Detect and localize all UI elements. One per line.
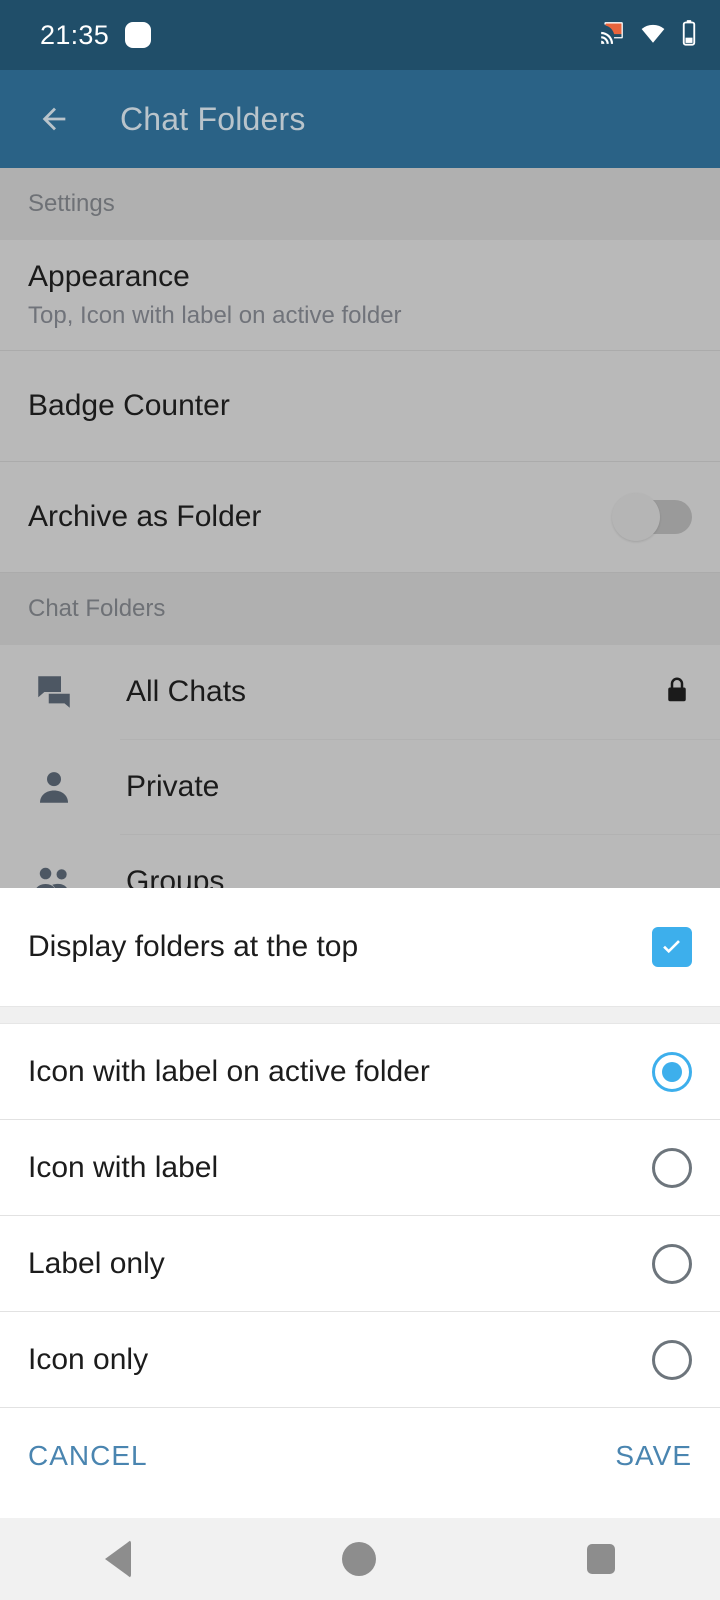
- dialog-radio-label: Label only: [28, 1246, 165, 1280]
- chat-bubbles-icon: [28, 671, 80, 713]
- settings-row-archive-as-folder-title: Archive as Folder: [28, 500, 262, 533]
- notification-dot-icon: [125, 22, 152, 48]
- settings-row-appearance-title: Appearance: [28, 260, 190, 293]
- check-icon: [663, 940, 680, 954]
- settings-list-dimmed: Settings Appearance Top, Icon with label…: [0, 168, 720, 888]
- status-bar: 21:35: [0, 0, 720, 70]
- settings-row-archive-as-folder[interactable]: Archive as Folder: [0, 462, 720, 572]
- dialog-radio-label: Icon with label on active folder: [28, 1054, 430, 1088]
- switch-thumb: [612, 493, 660, 541]
- dialog-radio-icon-with-label-on-active-folder[interactable]: Icon with label on active folder: [0, 1024, 720, 1120]
- status-bar-right: [598, 19, 698, 52]
- dialog-radio-label: Icon only: [28, 1342, 149, 1376]
- status-bar-left: 21:35: [40, 19, 152, 51]
- settings-row-badge-counter[interactable]: Badge Counter: [0, 351, 720, 461]
- dialog-option-display-folders-at-top[interactable]: Display folders at the top: [0, 888, 720, 1006]
- cast-icon: [598, 20, 626, 51]
- folder-row-groups[interactable]: Groups: [0, 835, 720, 888]
- folder-label-private: Private: [126, 770, 220, 803]
- dialog-radio-icon-only[interactable]: Icon only: [0, 1312, 720, 1408]
- cancel-button[interactable]: CANCEL: [28, 1440, 148, 1472]
- dialog-radio-icon-with-label[interactable]: Icon with label: [0, 1120, 720, 1216]
- settings-row-badge-counter-title: Badge Counter: [28, 389, 230, 422]
- radio-button[interactable]: [652, 1147, 692, 1188]
- people-icon: [28, 861, 80, 888]
- section-header-chat-folders: Chat Folders: [0, 573, 720, 645]
- dialog-separator-band: [0, 1006, 720, 1024]
- section-header-settings: Settings: [0, 168, 720, 240]
- wifi-icon: [639, 20, 667, 51]
- dialog-radio-label-only[interactable]: Label only: [0, 1216, 720, 1312]
- battery-icon: [680, 19, 698, 52]
- appearance-dialog: Display folders at the top Icon with lab…: [0, 888, 720, 1518]
- dialog-radio-label: Icon with label: [28, 1150, 219, 1184]
- page-title: Chat Folders: [120, 100, 306, 137]
- folder-label-all-chats: All Chats: [126, 675, 247, 708]
- settings-row-appearance-subtitle: Top, Icon with label on active folder: [28, 302, 402, 329]
- radio-dot: [662, 1061, 682, 1082]
- display-folders-at-top-checkbox[interactable]: [652, 927, 692, 967]
- folder-row-all-chats[interactable]: All Chats: [0, 645, 720, 739]
- settings-row-appearance[interactable]: Appearance Top, Icon with label on activ…: [0, 240, 720, 350]
- save-button[interactable]: SAVE: [615, 1440, 692, 1472]
- nav-home-icon[interactable]: [341, 1542, 376, 1576]
- phone-screen: 21:35 Chat Folders Settings Appearance T…: [0, 0, 720, 1600]
- back-arrow-icon[interactable]: [28, 93, 80, 145]
- android-nav-bar: [0, 1518, 720, 1600]
- person-icon: [28, 766, 80, 808]
- nav-back-icon[interactable]: [105, 1540, 132, 1578]
- archive-as-folder-switch[interactable]: [612, 493, 692, 541]
- dialog-actions: CANCEL SAVE: [0, 1408, 720, 1504]
- radio-button-selected[interactable]: [652, 1051, 692, 1092]
- radio-button[interactable]: [652, 1243, 692, 1284]
- app-bar: Chat Folders: [0, 70, 720, 168]
- dialog-option-display-folders-at-top-label: Display folders at the top: [28, 930, 359, 963]
- status-bar-clock: 21:35: [40, 19, 110, 50]
- nav-recents-icon[interactable]: [586, 1544, 615, 1574]
- lock-icon: [662, 673, 692, 712]
- folder-row-private[interactable]: Private: [0, 740, 720, 834]
- radio-button[interactable]: [652, 1339, 692, 1380]
- folder-label-groups: Groups: [126, 865, 225, 888]
